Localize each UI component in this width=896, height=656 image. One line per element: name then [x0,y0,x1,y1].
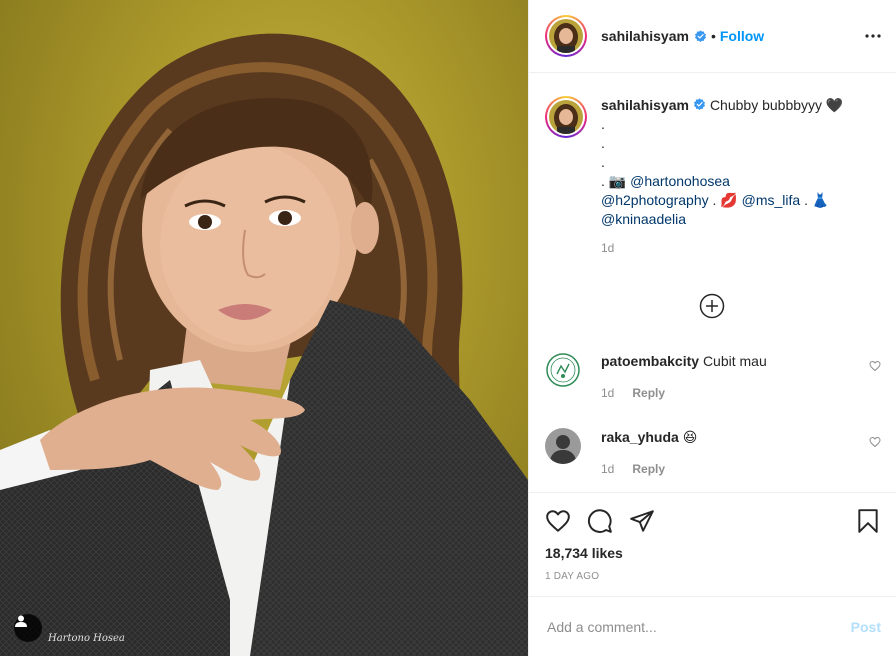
more-options-icon[interactable] [865,28,881,44]
mention-link[interactable]: @ms_lifa [742,192,801,208]
commenter-avatar[interactable] [545,428,581,464]
caption: sahilahisyam Chubby bubbbyyy 🖤 . . . . 📷 … [545,96,881,258]
comment-time[interactable]: 1d [601,386,614,400]
caption-author-avatar[interactable] [545,96,587,138]
post-side-panel: sahilahisyam • Follow sahilahisyam Chubb… [528,0,896,656]
author-username[interactable]: sahilahisyam [601,28,689,44]
verified-badge-icon [694,29,706,42]
verified-badge-icon [693,98,705,111]
post-header: sahilahisyam • Follow [529,0,896,73]
caption-dot: . [601,116,605,132]
post-timestamp[interactable]: 1 DAY AGO [545,571,881,582]
caption-time[interactable]: 1d [601,239,871,258]
mention-link[interactable]: @kninaadelia [601,211,686,227]
caption-separator: . 👗 [800,192,830,208]
reply-button[interactable]: Reply [632,386,665,400]
post-comment-button[interactable]: Post [851,619,881,635]
comment-time[interactable]: 1d [601,462,614,476]
add-comment-bar: Post [529,596,896,656]
caption-separator: . 💋 [708,192,742,208]
load-more-comments-icon[interactable] [699,293,725,319]
person-icon [15,615,27,627]
commenter-avatar[interactable] [545,352,581,388]
mention-link[interactable]: @h2photography [601,192,709,208]
header-separator: • [710,28,716,44]
tagged-users-button[interactable] [14,614,42,642]
add-comment-input[interactable] [547,618,851,635]
commenter-username[interactable]: patoembakcity [601,353,699,369]
caption-credit-prefix: . 📷 [601,173,631,189]
caption-line-1: Chubby bubbbyyy 🖤 [709,97,844,113]
like-comment-heart-icon[interactable] [869,436,881,448]
comments-area: sahilahisyam Chubby bubbbyyy 🖤 . . . . 📷 … [529,74,896,492]
comment-text: 😆 [682,429,698,445]
caption-dot: . [601,135,605,151]
like-heart-icon[interactable] [545,508,571,534]
caption-text: sahilahisyam Chubby bubbbyyy 🖤 . . . . 📷 … [601,96,871,258]
likes-count[interactable]: 18,734 likes [545,545,881,561]
post-actions: 18,734 likes 1 DAY AGO [529,492,896,596]
caption-username[interactable]: sahilahisyam [601,97,689,113]
mention-link[interactable]: @hartonohosea [630,173,730,189]
author-avatar[interactable] [545,15,587,57]
comment-item: patoembakcity Cubit mau 1d Reply [545,352,881,400]
like-comment-heart-icon[interactable] [869,360,881,372]
photographer-watermark: Hartono Hosea [48,633,125,644]
follow-button[interactable]: Follow [720,28,764,44]
comment-bubble-icon[interactable] [587,508,613,534]
commenter-username[interactable]: raka_yhuda [601,429,679,445]
share-paper-plane-icon[interactable] [629,508,655,534]
comment-text: Cubit mau [702,353,767,369]
comment-item: raka_yhuda 😆 1d Reply [545,428,881,476]
caption-dot: . [601,154,605,170]
reply-button[interactable]: Reply [632,462,665,476]
portrait-illustration [0,33,528,656]
post-photo[interactable]: Hartono Hosea [0,0,528,656]
save-bookmark-icon[interactable] [855,508,881,534]
